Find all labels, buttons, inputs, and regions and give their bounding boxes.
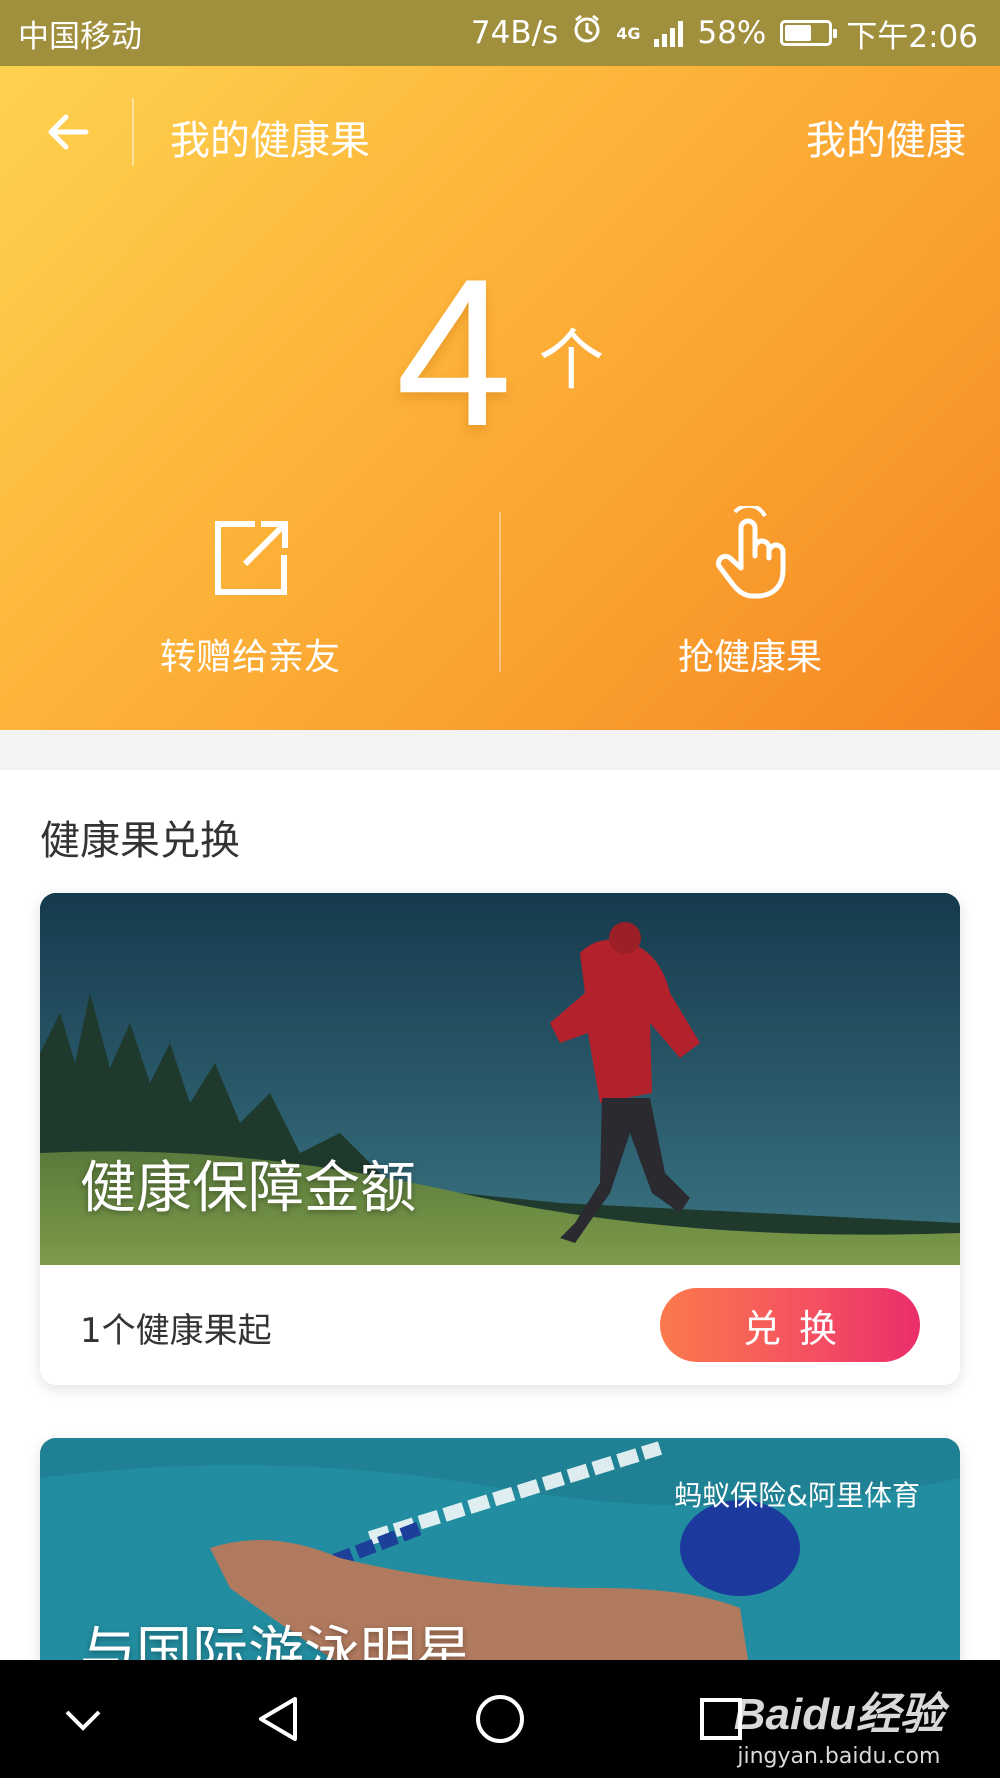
watermark-logo: Baidu经验 [733,1690,944,1739]
sponsor-label: 蚂蚁保险&阿里体育 [674,1479,920,1512]
card-footer: 1个健康果起 兑换 [40,1265,960,1385]
header-divider [132,98,134,166]
hero-banner: 我的健康果 我的健康 4个 转赠给亲友 抢健康果 [0,66,1000,730]
redeem-button[interactable]: 兑换 [660,1288,920,1362]
network-type: 4G [616,23,641,43]
exchange-card[interactable]: 健康保障金额 1个健康果起 兑换 [40,893,960,1385]
clock: 下午2:06 [846,18,978,55]
back-nav-button[interactable] [243,1684,313,1754]
watermark: Baidu经验 jingyan.baidu.com [734,1678,944,1769]
carrier-label: 中国移动 [18,18,142,55]
card-title: 健康保障金额 [80,1156,416,1221]
system-nav-bar: Baidu经验 jingyan.baidu.com [0,1660,1000,1778]
alarm-icon [572,14,602,52]
min-fruit-label: 1个健康果起 [80,1311,272,1351]
watermark-url: jingyan.baidu.com [737,1744,941,1769]
chevron-down-icon [65,1710,101,1731]
grab-fruit-label: 抢健康果 [677,637,822,678]
fruit-unit: 个 [538,322,605,399]
page-title: 我的健康果 [170,118,370,164]
runner-photo: 健康保障金额 [40,893,960,1265]
battery-percent: 58% [697,15,767,51]
net-speed: 74B/s [470,15,559,51]
my-health-link[interactable]: 我的健康 [806,108,966,166]
fruit-balance: 4个 [0,248,1000,458]
gift-to-friends-button[interactable]: 转赠给亲友 [0,512,500,682]
status-indicators: 74B/s 4G 58% 下午2:06 [471,11,978,56]
circle-home-icon [476,1695,524,1743]
action-row: 转赠给亲友 抢健康果 [0,503,1000,682]
home-nav-button[interactable] [465,1684,535,1754]
exchange-section: 健康果兑换 健康保障金额 1个健康果起 兑换 蚂蚁保险&阿里体育 与国际游泳明星 [0,770,1000,1738]
triangle-back-icon [259,1697,297,1741]
hand-tap-icon [705,503,795,606]
grab-fruit-button[interactable]: 抢健康果 [500,503,1000,682]
fruit-count: 4 [395,235,513,470]
gift-to-friends-label: 转赠给亲友 [159,637,340,678]
arrow-left-icon [48,114,89,150]
back-button[interactable] [40,104,96,160]
share-icon [205,512,295,606]
battery-icon [780,20,838,46]
section-title: 健康果兑换 [40,818,240,864]
status-bar: 中国移动 74B/s 4G 58% 下午2:06 [0,0,1000,66]
top-bar: 我的健康果 我的健康 [0,66,1000,200]
hide-nav-button[interactable] [48,1684,118,1754]
signal-icon [654,19,684,47]
